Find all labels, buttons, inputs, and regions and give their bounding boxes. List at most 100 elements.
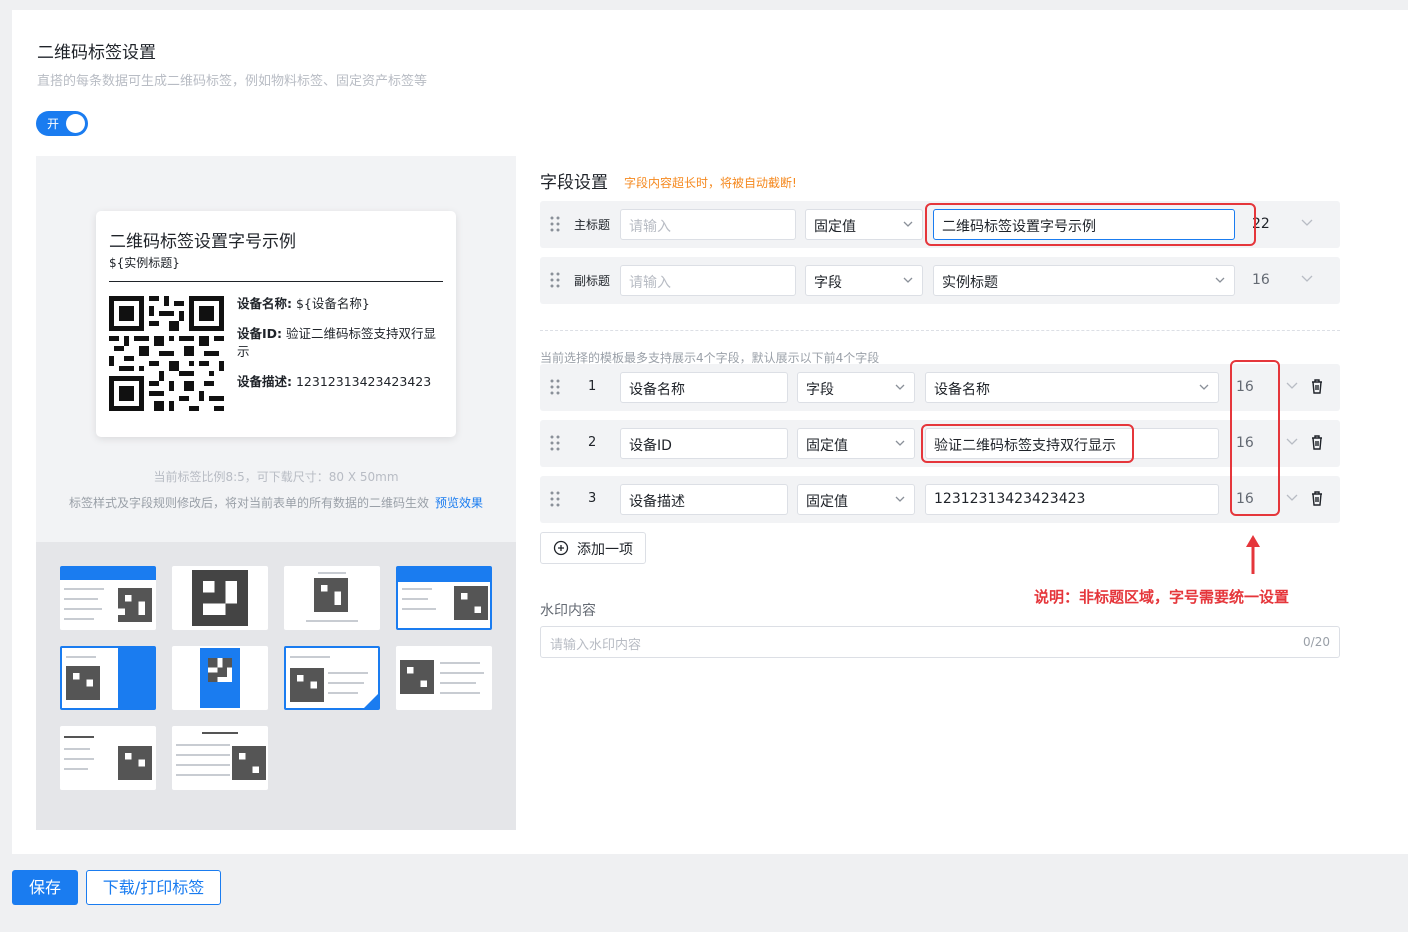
selected-check-icon: [362, 692, 378, 708]
field-item-number: 1: [588, 379, 597, 394]
label-title: 二维码标签设置字号示例: [109, 232, 296, 252]
field-item-row: 1 设备名称 字段 设备名称 16: [540, 364, 1340, 411]
template-thumb[interactable]: [60, 726, 156, 790]
add-item-label: 添加一项: [577, 542, 633, 558]
page-subtitle: 直搭的每条数据可生成二维码标签，例如物料标签、固定资产标签等: [37, 74, 428, 89]
thumb-qr-icon: [208, 658, 232, 682]
thumb-line: [176, 764, 230, 766]
template-thumb[interactable]: [172, 566, 268, 630]
thumb-line: [402, 608, 436, 610]
thumb-qr-icon: [314, 578, 348, 612]
thumb-line: [64, 748, 90, 750]
thumb-qr-icon: [400, 660, 434, 694]
enable-toggle[interactable]: 开: [36, 111, 88, 136]
highlight-box: [925, 203, 1256, 246]
chevron-down-icon[interactable]: [1300, 271, 1314, 285]
field-item-name-input[interactable]: 设备描述: [620, 484, 788, 515]
preview-link[interactable]: 预览效果: [435, 496, 483, 510]
thumb-line: [64, 608, 102, 610]
label-fields: 设备名称: ${设备名称} 设备ID: 验证二维码标签支持双行显示 设备描述: …: [237, 295, 442, 403]
main-title-name-input[interactable]: 请输入: [620, 209, 796, 240]
template-thumb[interactable]: [60, 566, 156, 630]
label-field-key: 设备名称:: [237, 296, 292, 311]
field-item-type: 字段: [806, 382, 834, 398]
highlight-box: [921, 424, 1134, 463]
field-item-name-input[interactable]: 设备名称: [620, 372, 788, 403]
page-title: 二维码标签设置: [37, 43, 156, 63]
main-title-type-select[interactable]: 固定值: [805, 209, 923, 240]
template-thumb[interactable]: [396, 646, 492, 710]
sub-title-value: 实例标题: [942, 275, 998, 291]
drag-handle-icon[interactable]: [550, 378, 560, 396]
thumb-line: [440, 682, 476, 684]
sub-title-name-input[interactable]: 请输入: [620, 265, 796, 296]
trash-icon[interactable]: [1310, 434, 1324, 450]
template-thumb[interactable]: [172, 646, 268, 710]
label-field-row: 设备名称: ${设备名称}: [237, 295, 442, 313]
template-gallery: [36, 542, 516, 830]
chevron-down-icon: [895, 384, 905, 390]
thumb-qr-icon: [290, 668, 324, 702]
sub-title-value-select[interactable]: 实例标题: [933, 265, 1235, 296]
label-preview-card: 二维码标签设置字号示例 ${实例标题} 设备名称: ${设备名称} 设备ID: …: [96, 211, 456, 437]
field-item-name-input[interactable]: 设备ID: [620, 428, 788, 459]
toggle-label: 开: [47, 117, 60, 131]
field-item-row: 3 设备描述 固定值 12312313423423423 16: [540, 476, 1340, 523]
sub-title-type-select[interactable]: 字段: [805, 265, 923, 296]
qr-code-icon: [109, 296, 224, 411]
watermark-input[interactable]: 请输入水印内容 0/20: [540, 626, 1340, 658]
watermark-label: 水印内容: [540, 603, 596, 619]
thumb-line: [66, 656, 96, 658]
field-item-value-select[interactable]: 设备名称: [925, 372, 1219, 403]
chevron-down-icon: [895, 440, 905, 446]
thumb-line: [402, 588, 432, 590]
template-thumb-selected[interactable]: [284, 646, 380, 710]
template-thumb[interactable]: [396, 566, 492, 630]
chevron-down-icon: [903, 221, 913, 227]
thumb-line: [440, 662, 480, 664]
chevron-down-icon[interactable]: [1300, 215, 1314, 229]
change-note: 标签样式及字段规则修改后，将对当前表单的所有数据的二维码生效 预览效果: [36, 494, 516, 511]
label-divider: [109, 281, 443, 282]
thumb-line: [290, 656, 330, 658]
fields-section-title: 字段设置: [540, 173, 608, 193]
highlight-box: [1230, 360, 1280, 516]
chevron-down-icon[interactable]: [1285, 490, 1299, 504]
thumb-line: [64, 598, 98, 600]
drag-handle-icon[interactable]: [550, 271, 560, 289]
template-thumb[interactable]: [284, 566, 380, 630]
plus-circle-icon: [553, 540, 569, 556]
ratio-note: 当前标签比例8:5，可下载尺寸：80 X 50mm: [153, 470, 399, 484]
thumb-header-bar: [60, 566, 156, 580]
drag-handle-icon[interactable]: [550, 490, 560, 508]
main-card: 二维码标签设置 直搭的每条数据可生成二维码标签，例如物料标签、固定资产标签等 开…: [12, 10, 1408, 854]
thumb-line: [64, 588, 104, 590]
field-item-type-select[interactable]: 固定值: [797, 484, 915, 515]
chevron-down-icon: [903, 277, 913, 283]
label-field-row: 设备ID: 验证二维码标签支持双行显示: [237, 325, 442, 361]
label-field-key: 设备ID:: [237, 326, 283, 341]
field-item-type-select[interactable]: 固定值: [797, 428, 915, 459]
save-button[interactable]: 保存: [12, 870, 78, 905]
add-item-button[interactable]: 添加一项: [540, 532, 646, 564]
drag-handle-icon[interactable]: [550, 215, 560, 233]
template-thumb[interactable]: [60, 646, 156, 710]
field-item-value: 设备名称: [934, 382, 990, 398]
thumb-line: [306, 620, 358, 622]
chevron-down-icon[interactable]: [1285, 378, 1299, 392]
thumb-side-bar: [118, 648, 154, 708]
thumb-line: [328, 682, 364, 684]
field-item-value-input[interactable]: 12312313423423423: [925, 484, 1219, 515]
chevron-down-icon: [895, 496, 905, 502]
field-item-type-select[interactable]: 字段: [797, 372, 915, 403]
field-item-type: 固定值: [806, 438, 848, 454]
trash-icon[interactable]: [1310, 490, 1324, 506]
template-thumb[interactable]: [172, 726, 268, 790]
thumb-qr-icon: [232, 746, 266, 780]
sub-title-size[interactable]: 16: [1252, 272, 1270, 288]
chevron-down-icon[interactable]: [1285, 434, 1299, 448]
download-print-button[interactable]: 下载/打印标签: [86, 870, 221, 905]
trash-icon[interactable]: [1310, 378, 1324, 394]
thumb-line: [202, 732, 238, 734]
drag-handle-icon[interactable]: [550, 434, 560, 452]
